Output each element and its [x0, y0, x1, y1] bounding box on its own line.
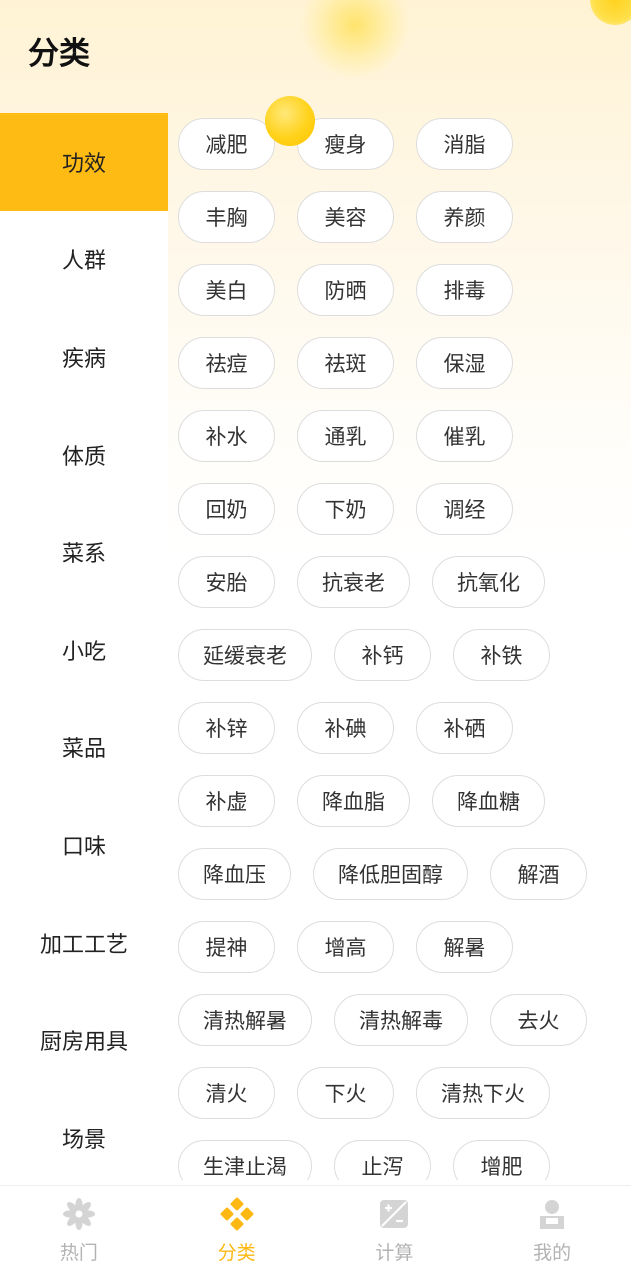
sidebar-item[interactable]: 口味 [0, 796, 168, 894]
tag-chip[interactable]: 降血脂 [297, 775, 410, 827]
decorative-corner-circle [590, 0, 631, 25]
tag-chip[interactable]: 保湿 [416, 337, 513, 389]
tag-chip[interactable]: 补碘 [297, 702, 394, 754]
sidebar-item[interactable]: 菜品 [0, 698, 168, 797]
tag-row: 补水 通乳 催乳 [178, 410, 618, 483]
tab-label: 分类 [217, 1242, 256, 1264]
sidebar-item[interactable]: 体质 [0, 405, 168, 504]
tag-chip[interactable]: 延缓衰老 [178, 629, 312, 681]
tag-chip[interactable]: 消脂 [416, 118, 513, 170]
flower-icon [61, 1196, 97, 1232]
tag-chip[interactable]: 清热下火 [416, 1067, 550, 1119]
tag-chip[interactable]: 补锌 [178, 702, 275, 754]
tag-chip[interactable]: 增肥 [453, 1140, 550, 1180]
tag-chip[interactable]: 催乳 [416, 410, 513, 462]
bottom-tab-bar: 热门 分类 计算 我的 [0, 1185, 631, 1281]
tag-chip[interactable]: 美容 [297, 191, 394, 243]
tag-chip[interactable]: 减肥 [178, 118, 275, 170]
tag-chip[interactable]: 降血压 [178, 848, 291, 900]
tag-chip[interactable]: 丰胸 [178, 191, 275, 243]
diamond-grid-icon [219, 1196, 255, 1232]
tag-chip[interactable]: 下火 [297, 1067, 394, 1119]
tag-row: 提神 增高 解暑 [178, 921, 618, 994]
tag-row: 安胎 抗衰老 抗氧化 [178, 556, 618, 629]
tag-chip[interactable]: 补铁 [453, 629, 550, 681]
tab-item[interactable]: 计算 [316, 1186, 474, 1281]
tag-chip[interactable]: 去火 [490, 994, 587, 1046]
tag-panel[interactable]: 减肥 瘦身 消脂 丰胸 美容 养颜 美白 防晒 排毒 祛痘 祛斑 保湿 补水 通乳 催乳 回奶 下奶 调经 安胎 抗衰… [178, 118, 618, 1180]
tag-chip[interactable]: 增高 [297, 921, 394, 973]
tag-row: 补锌 补碘 补硒 [178, 702, 618, 775]
tag-chip[interactable]: 提神 [178, 921, 275, 973]
sidebar-item[interactable]: 厨房用具 [0, 991, 168, 1089]
tag-chip[interactable]: 祛痘 [178, 337, 275, 389]
tag-row: 美白 防晒 排毒 [178, 264, 618, 337]
tag-chip[interactable]: 调经 [416, 483, 513, 535]
tag-row: 降血压 降低胆固醇 解酒 [178, 848, 618, 921]
tag-chip[interactable]: 养颜 [416, 191, 513, 243]
tab-label: 计算 [375, 1242, 414, 1264]
tag-chip[interactable]: 生津止渴 [178, 1140, 312, 1180]
tag-chip[interactable]: 止泻 [334, 1140, 431, 1180]
tag-chip[interactable]: 降低胆固醇 [313, 848, 468, 900]
tag-chip[interactable]: 补虚 [178, 775, 275, 827]
tag-row: 回奶 下奶 调经 [178, 483, 618, 556]
tag-chip[interactable]: 清热解毒 [334, 994, 468, 1046]
page-title: 分类 [28, 36, 90, 72]
sidebar-item[interactable]: 小吃 [0, 600, 168, 699]
tag-row: 丰胸 美容 养颜 [178, 191, 618, 264]
tag-chip[interactable]: 补硒 [416, 702, 513, 754]
tag-chip[interactable]: 补钙 [334, 629, 431, 681]
sidebar-item[interactable]: 场景 [0, 1088, 168, 1187]
tab-item[interactable]: 我的 [473, 1186, 631, 1281]
tab-item[interactable]: 热门 [0, 1186, 158, 1281]
tab-label: 我的 [533, 1242, 572, 1264]
tag-chip[interactable]: 防晒 [297, 264, 394, 316]
tag-row: 减肥 瘦身 消脂 [178, 118, 618, 191]
tag-chip[interactable]: 排毒 [416, 264, 513, 316]
tag-row: 生津止渴 止泻 增肥 [178, 1140, 618, 1180]
sidebar-item[interactable]: 人群 [0, 210, 168, 309]
tab-label: 热门 [59, 1242, 98, 1264]
tag-chip[interactable]: 下奶 [297, 483, 394, 535]
tag-row: 补虚 降血脂 降血糖 [178, 775, 618, 848]
sidebar-item[interactable]: 功效 [0, 113, 168, 211]
tag-chip[interactable]: 抗氧化 [432, 556, 545, 608]
sidebar-item[interactable]: 加工工艺 [0, 893, 168, 992]
user-icon [534, 1196, 570, 1232]
tag-chip[interactable]: 美白 [178, 264, 275, 316]
tag-chip[interactable]: 瘦身 [297, 118, 394, 170]
sidebar-item[interactable]: 菜系 [0, 503, 168, 601]
sidebar-item[interactable]: 疾病 [0, 308, 168, 406]
tab-item[interactable]: 分类 [158, 1186, 316, 1281]
tag-row: 延缓衰老 补钙 补铁 [178, 629, 618, 702]
tag-row: 清火 下火 清热下火 [178, 1067, 618, 1140]
tag-chip[interactable]: 清热解暑 [178, 994, 312, 1046]
category-sidebar: 功效 人群 疾病 体质 菜系 小吃 菜品 口味 加工工艺 厨房用具 场景 [0, 113, 168, 1187]
tag-chip[interactable]: 降血糖 [432, 775, 545, 827]
tag-chip[interactable]: 回奶 [178, 483, 275, 535]
tag-chip[interactable]: 清火 [178, 1067, 275, 1119]
calculator-icon [376, 1196, 412, 1232]
tag-chip[interactable]: 祛斑 [297, 337, 394, 389]
tag-row: 祛痘 祛斑 保湿 [178, 337, 618, 410]
tag-chip[interactable]: 解酒 [490, 848, 587, 900]
decorative-glow [300, 0, 410, 80]
tag-chip[interactable]: 通乳 [297, 410, 394, 462]
tag-chip[interactable]: 安胎 [178, 556, 275, 608]
tag-chip[interactable]: 解暑 [416, 921, 513, 973]
tag-chip[interactable]: 抗衰老 [297, 556, 410, 608]
tag-row: 清热解暑 清热解毒 去火 [178, 994, 618, 1067]
tag-chip[interactable]: 补水 [178, 410, 275, 462]
